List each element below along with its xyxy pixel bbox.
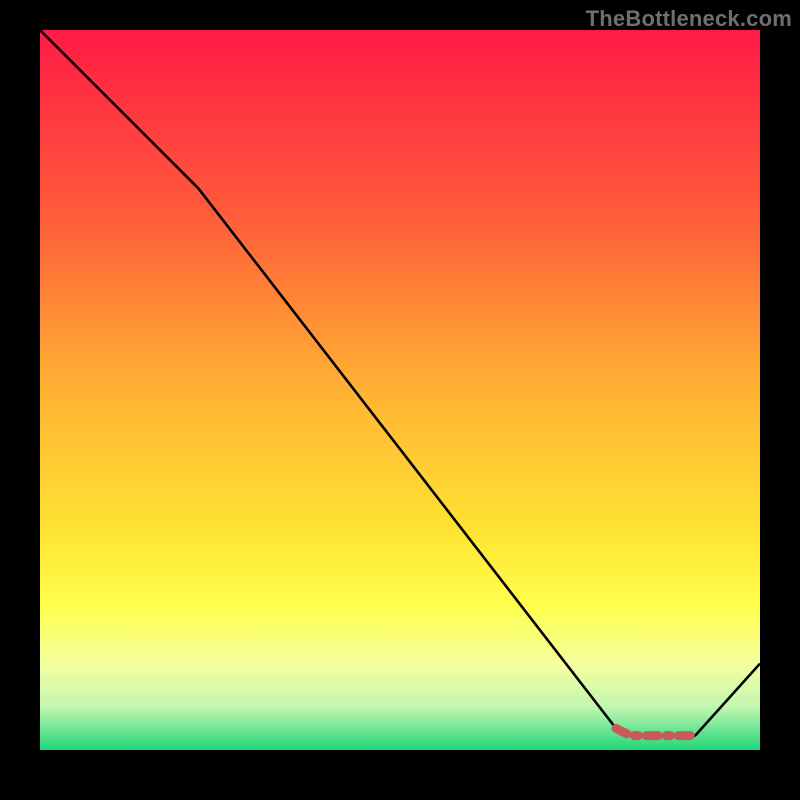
- stage: TheBottleneck.com: [0, 0, 800, 800]
- watermark-text: TheBottleneck.com: [586, 6, 792, 32]
- chart-svg: [40, 30, 760, 750]
- chart-plot-area: [40, 30, 760, 750]
